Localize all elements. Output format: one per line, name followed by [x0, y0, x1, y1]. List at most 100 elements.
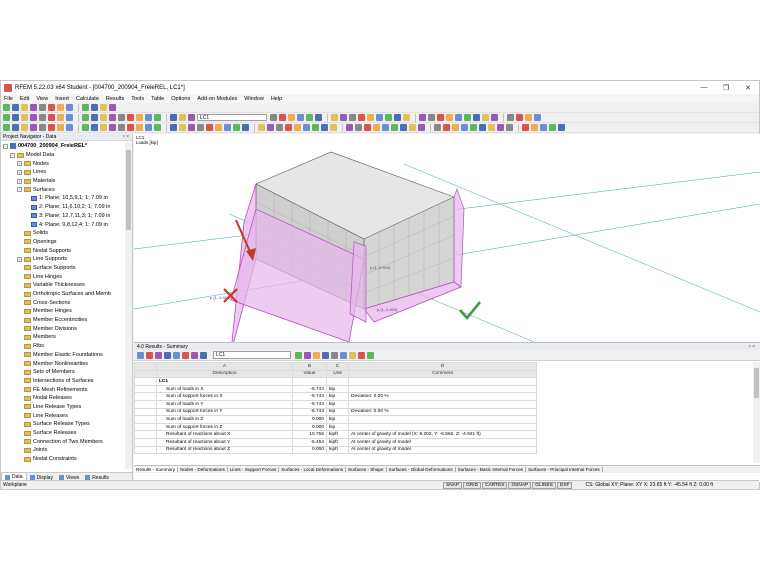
toolbar-button-icon[interactable] — [21, 114, 28, 121]
results-tab[interactable]: Results - Summary — [134, 467, 179, 472]
toolbar-button-icon[interactable] — [434, 124, 441, 131]
toolbar-button-icon[interactable] — [312, 124, 319, 131]
status-cartes-toggle[interactable]: CARTES — [482, 481, 508, 489]
tree-item[interactable]: Member Nonlinearities — [1, 359, 125, 368]
toolbar-button-icon[interactable] — [127, 124, 134, 131]
toolbar-button-icon[interactable] — [48, 104, 55, 111]
expand-icon[interactable]: + — [17, 256, 22, 262]
results-scrollbar[interactable] — [753, 362, 760, 463]
comment-cell[interactable] — [348, 415, 537, 424]
tree-item[interactable]: Sets of Members — [1, 368, 125, 377]
unit-cell[interactable]: kipft — [326, 445, 349, 455]
tree-item[interactable]: + Lines — [1, 168, 125, 177]
value-cell[interactable]: 0.000 — [292, 422, 327, 432]
model-viewport[interactable]: LC1 Loads [kip] p (1, 0.924) p (1, 0.924… — [134, 134, 760, 342]
description-cell[interactable]: Resultant of reactions about Z — [156, 445, 293, 455]
toolbar-button-icon[interactable] — [258, 124, 265, 131]
toolbar-button-icon[interactable] — [57, 124, 64, 131]
toolbar-button-icon[interactable] — [479, 124, 486, 131]
toolbar-button-icon[interactable] — [21, 124, 28, 131]
tree-item[interactable]: − 004700_200904_FreieREL* — [1, 142, 125, 151]
description-cell[interactable]: Sum of support forces in Y — [156, 407, 293, 417]
toolbar-button-icon[interactable] — [188, 124, 195, 131]
results-scroll-thumb[interactable] — [754, 368, 759, 398]
toolbar-button-icon[interactable] — [91, 114, 98, 121]
tree-item[interactable]: Intersections of Surfaces — [1, 377, 125, 386]
toolbar-button-icon[interactable] — [470, 124, 477, 131]
results-toolbar-button-icon[interactable] — [164, 351, 171, 359]
tree-item[interactable]: + Materials — [1, 177, 125, 186]
toolbar-button-icon[interactable] — [82, 104, 89, 111]
toolbar-button-icon[interactable] — [315, 114, 322, 121]
toolbar-button-icon[interactable] — [66, 124, 73, 131]
description-cell[interactable]: Sum of loads in Y — [156, 399, 293, 409]
comment-cell[interactable]: Deviation: 0.00 % — [348, 392, 537, 401]
results-toolbar-button-icon[interactable] — [137, 351, 144, 359]
toolbar-button-icon[interactable] — [30, 124, 37, 131]
description-cell[interactable]: Resultant of reactions about Y — [156, 437, 293, 447]
toolbar-button-icon[interactable] — [242, 124, 249, 131]
tree-item[interactable]: Connection of Two Members — [1, 437, 125, 446]
tree-item[interactable]: FE Mesh Refinements — [1, 385, 125, 394]
toolbar-button-icon[interactable] — [306, 114, 313, 121]
toolbar-button-icon[interactable] — [170, 124, 177, 131]
toolbar-button-icon[interactable] — [531, 124, 538, 131]
tree-item[interactable]: 1: Plane; 10,5,9,1; 1; 7.09 in — [1, 194, 125, 203]
value-cell[interactable]: 0.000 — [292, 415, 327, 424]
toolbar-button-icon[interactable] — [145, 124, 152, 131]
description-cell[interactable]: Sum of loads in X — [156, 384, 293, 394]
toolbar-button-icon[interactable] — [330, 124, 337, 131]
collapse-icon[interactable]: − — [3, 143, 8, 149]
status-dxf-toggle[interactable]: DXF — [556, 481, 573, 489]
toolbar-button-icon[interactable] — [428, 114, 435, 121]
toolbar-button-icon[interactable] — [385, 114, 392, 121]
toolbar-button-icon[interactable] — [488, 124, 495, 131]
results-toolbar-button-icon[interactable] — [182, 351, 189, 359]
results-toolbar-button-icon[interactable] — [200, 351, 207, 359]
toolbar-button-icon[interactable] — [154, 124, 161, 131]
toolbar-button-icon[interactable] — [364, 124, 371, 131]
toolbar-button-icon[interactable] — [100, 114, 107, 121]
table-row[interactable]: Sum of support forces in Y -6.744 kip Devia… — [134, 407, 537, 417]
toolbar-button-icon[interactable] — [497, 124, 504, 131]
tree-item[interactable]: Members — [1, 333, 125, 342]
value-cell[interactable]: -6.744 — [292, 407, 327, 417]
tree-item[interactable]: Nodal Constraints — [1, 455, 125, 464]
tree-item[interactable]: Member Eccentricities — [1, 316, 125, 325]
minimize-button[interactable]: — — [693, 81, 715, 94]
collapse-icon[interactable]: − — [10, 152, 15, 158]
toolbar-button-icon[interactable] — [109, 104, 116, 111]
toolbar-button-icon[interactable] — [109, 114, 116, 121]
toolbar-button-icon[interactable] — [321, 124, 328, 131]
table-row[interactable]: Resultant of reactions about Y -6.454 kipf… — [134, 437, 537, 447]
navigator-scroll-thumb[interactable] — [126, 150, 131, 230]
description-cell[interactable]: Sum of support forces in Z — [156, 422, 293, 432]
toolbar-button-icon[interactable] — [340, 114, 347, 121]
menu-tools[interactable]: Tools — [131, 96, 144, 102]
loadcase-cell[interactable]: LC1 — [156, 377, 293, 386]
toolbar-button-icon[interactable] — [270, 114, 277, 121]
model-3d-view[interactable]: p (1, 0.924) p (1, 0.924) p (1, 0.924) X… — [134, 134, 760, 342]
toolbar-button-icon[interactable] — [394, 114, 401, 121]
toolbar-button-icon[interactable] — [118, 124, 125, 131]
toolbar-button-icon[interactable] — [294, 124, 301, 131]
tree-item[interactable]: Surface Release Types — [1, 420, 125, 429]
navigator-pin-close[interactable]: ᵖ × — [123, 134, 129, 140]
toolbar-button-icon[interactable] — [179, 114, 186, 121]
comment-cell[interactable]: At center of gravity of model (X: 8.202,… — [348, 430, 537, 439]
toolbar-button-icon[interactable] — [82, 124, 89, 131]
toolbar-button-icon[interactable] — [355, 124, 362, 131]
tree-item[interactable]: 4: Plane; 9,8,12,4; 1; 7.09 in — [1, 220, 125, 229]
tree-item[interactable]: + Line Supports — [1, 255, 125, 264]
tree-item[interactable]: Line Hinges — [1, 272, 125, 281]
results-toolbar-button-icon[interactable] — [173, 351, 180, 359]
toolbar-button-icon[interactable] — [276, 124, 283, 131]
close-button[interactable]: ✕ — [737, 81, 759, 94]
expand-icon[interactable]: + — [17, 178, 22, 184]
toolbar-button-icon[interactable] — [48, 114, 55, 121]
toolbar-button-icon[interactable] — [197, 124, 204, 131]
tree-item[interactable]: Surface Supports — [1, 264, 125, 273]
expand-icon[interactable]: + — [17, 161, 22, 167]
toolbar-button-icon[interactable] — [267, 124, 274, 131]
loadcase-row[interactable]: LC1 — [134, 377, 537, 386]
